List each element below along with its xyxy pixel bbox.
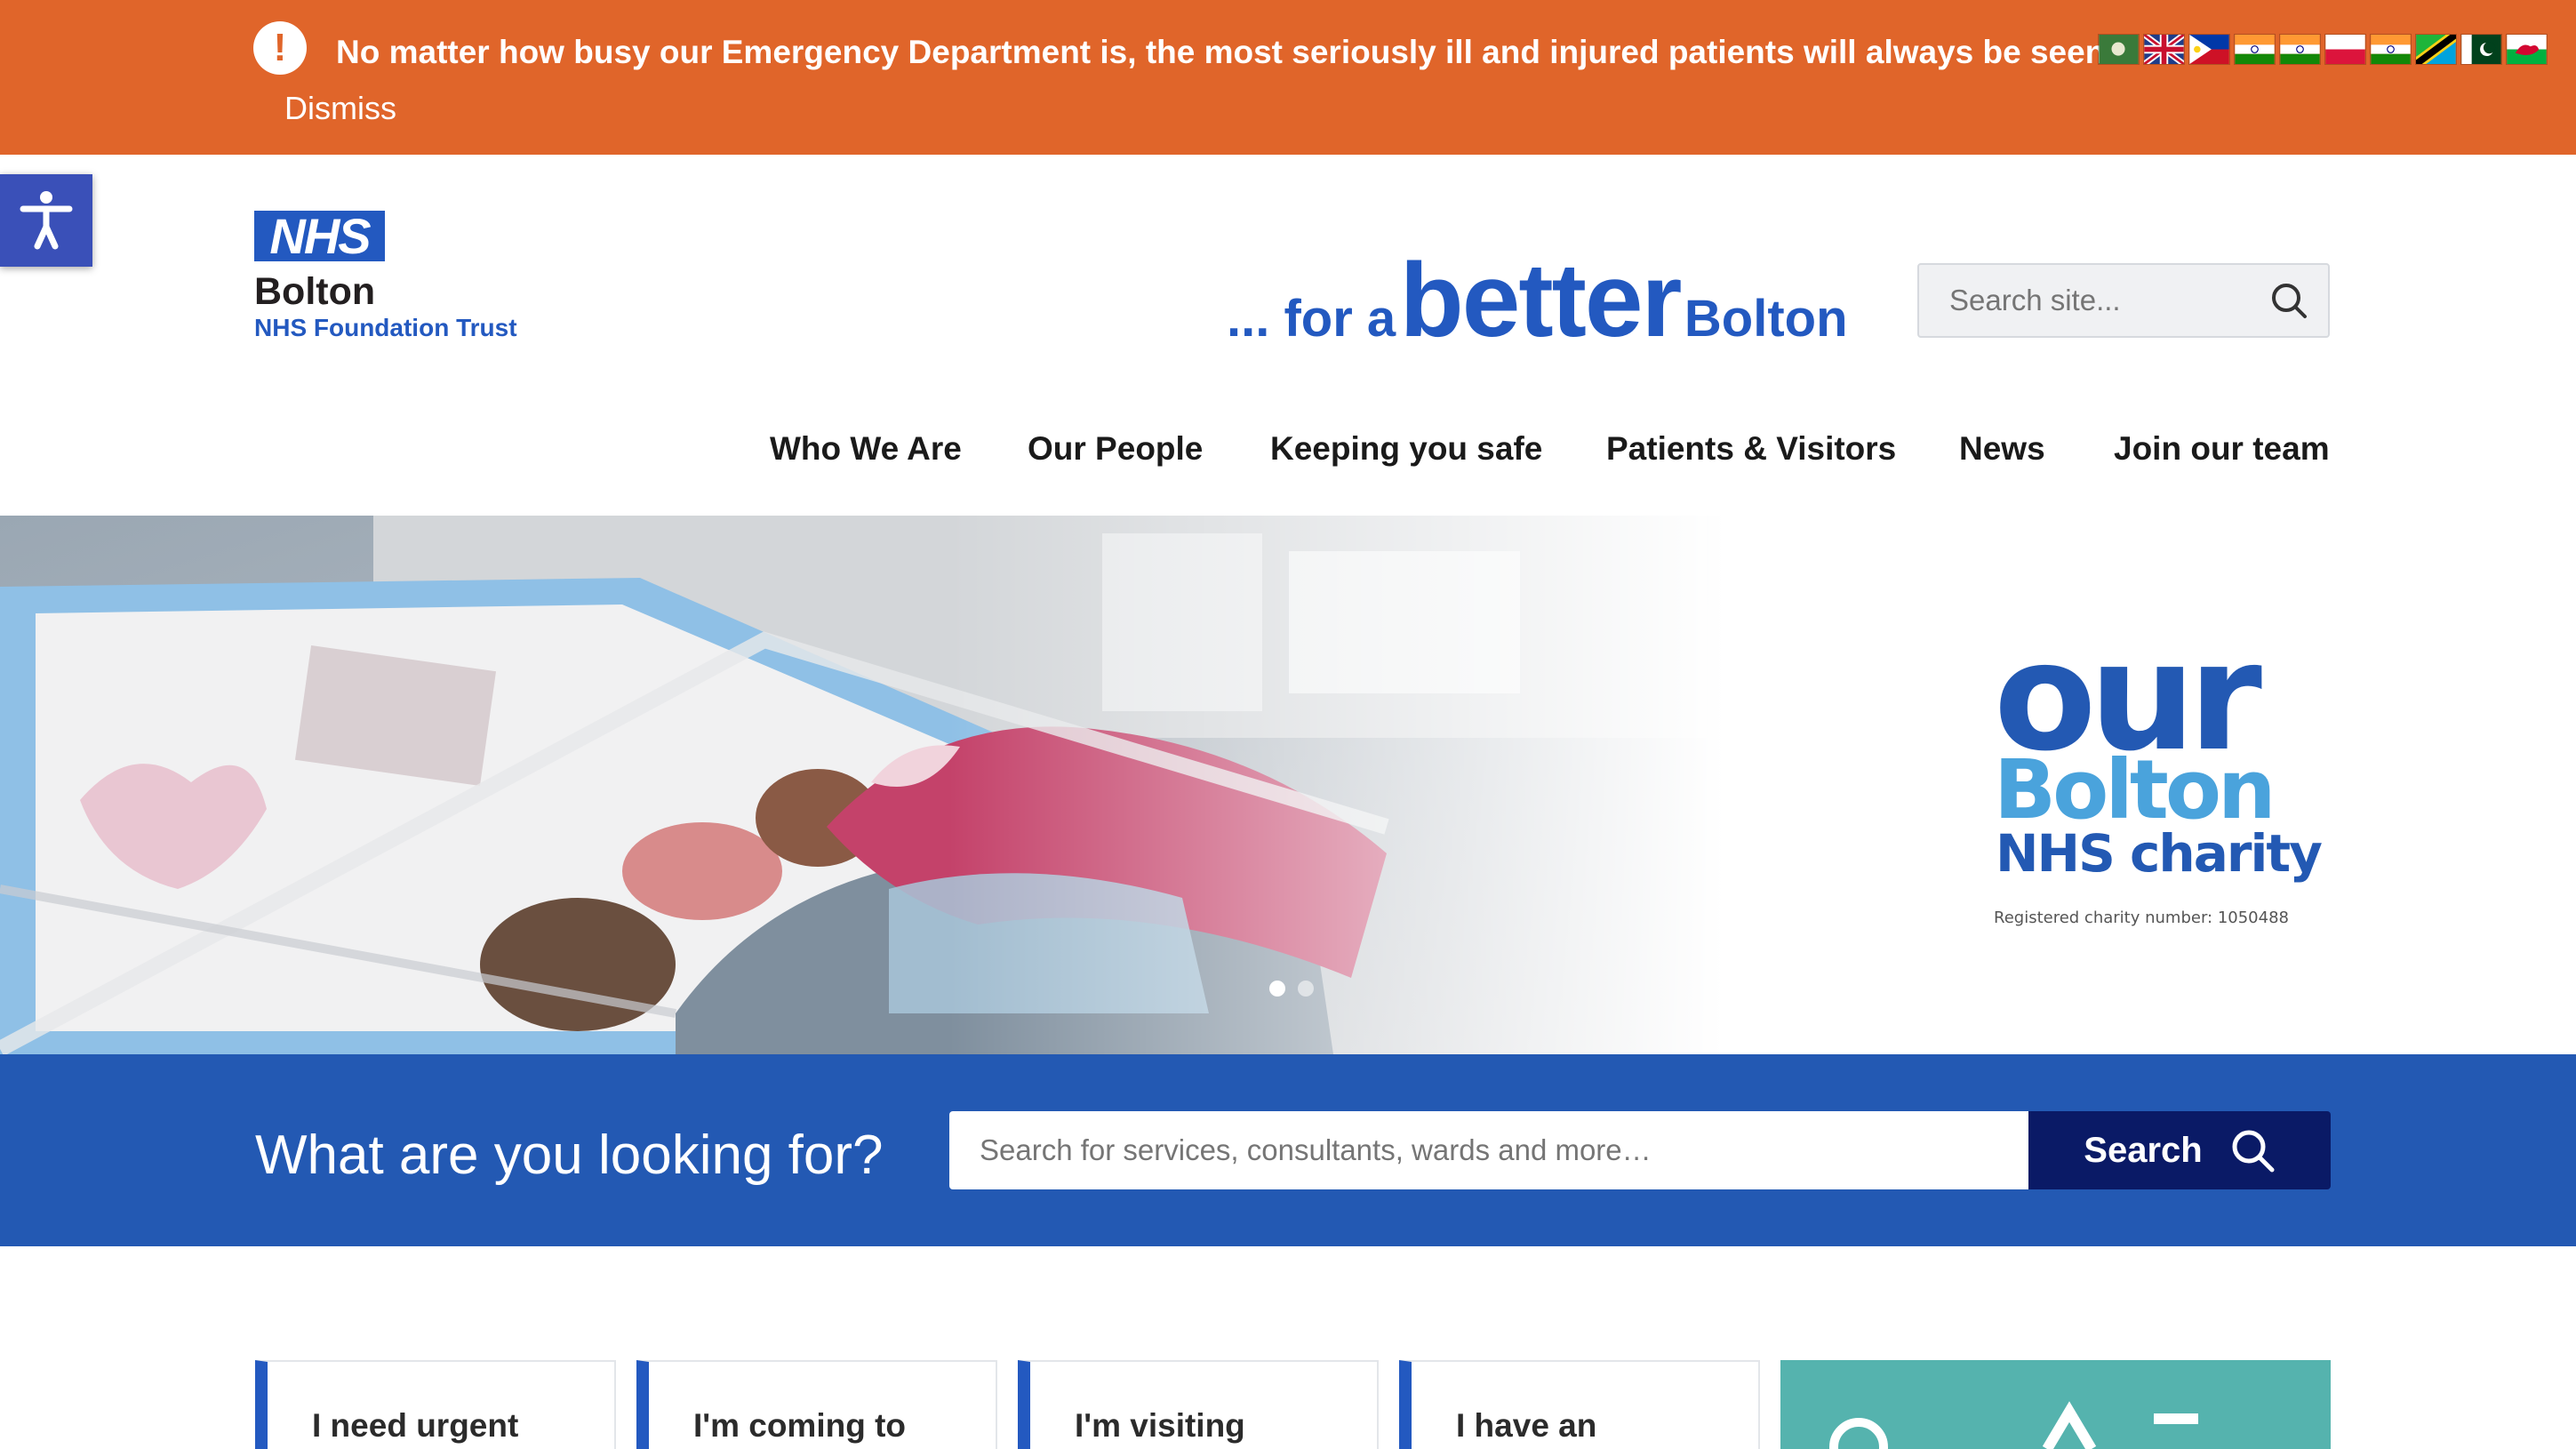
magnifier-icon (1829, 1401, 2198, 1449)
quick-link-label: I need urgent (312, 1407, 519, 1444)
quick-link-label: I have an (1456, 1407, 1597, 1444)
carousel-dot[interactable] (1269, 981, 1285, 997)
flag-philippines-icon[interactable] (2188, 34, 2230, 65)
tagline-emphasis: better (1399, 242, 1683, 359)
our-bolton-charity-logo[interactable]: our Bolton NHS charity Registered charit… (1987, 613, 2324, 933)
main-nav: Who We Are Our People Keeping you safe P… (0, 418, 2576, 480)
flag-india-icon[interactable] (2370, 34, 2412, 65)
a-z-card[interactable] (1780, 1360, 2331, 1449)
org-subtitle: NHS Foundation Trust (254, 314, 517, 341)
hero-photo (0, 516, 1724, 1054)
flag-uk-icon[interactable] (2143, 34, 2185, 65)
flag-india-icon[interactable] (2279, 34, 2321, 65)
charity-line-nhs: NHS charity (1996, 823, 2322, 884)
flag-india-icon[interactable] (2234, 34, 2276, 65)
quick-link-card[interactable]: I'm coming to (636, 1360, 997, 1449)
nhs-logo[interactable]: NHS (254, 211, 385, 261)
quick-link-label: I'm visiting (1075, 1407, 1245, 1444)
flag-arabic-icon[interactable] (2098, 34, 2140, 65)
search-icon[interactable] (2269, 281, 2308, 320)
flag-tanzania-icon[interactable] (2415, 34, 2457, 65)
flag-poland-icon[interactable] (2324, 34, 2366, 65)
nav-join-our-team[interactable]: Join our team (2114, 427, 2330, 471)
accessibility-person-icon (20, 191, 73, 250)
org-name[interactable]: Bolton (254, 269, 375, 314)
carousel-dots (1269, 981, 1314, 997)
quick-link-card[interactable]: I'm visiting (1018, 1360, 1379, 1449)
nav-news[interactable]: News (1959, 427, 2045, 471)
quick-link-card[interactable]: I have an (1399, 1360, 1760, 1449)
charity-reg-number: Registered charity number: 1050488 (1994, 909, 2289, 927)
site-search (1917, 263, 2330, 338)
alert-message: No matter how busy our Emergency Departm… (336, 34, 2100, 70)
service-search-input[interactable] (949, 1111, 2028, 1189)
accessibility-button[interactable] (0, 174, 92, 267)
tagline-prefix: ... for a (1227, 290, 1396, 348)
language-flags (2098, 34, 2548, 65)
nav-patients-visitors[interactable]: Patients & Visitors (1606, 427, 1896, 471)
alert-banner: ! No matter how busy our Emergency Depar… (0, 0, 2576, 155)
flag-pakistan-icon[interactable] (2460, 34, 2502, 65)
nav-our-people[interactable]: Our People (1028, 427, 1203, 471)
tagline: ... for a better Bolton (1227, 240, 1848, 361)
quick-link-card[interactable]: I need urgent (255, 1360, 616, 1449)
search-icon (2232, 1130, 2275, 1173)
tagline-suffix: Bolton (1684, 290, 1848, 348)
service-search-band: What are you looking for? Search (0, 1054, 2576, 1246)
dismiss-link[interactable]: Dismiss (284, 89, 396, 128)
search-band-title: What are you looking for? (255, 1125, 884, 1186)
search-button-label: Search (2084, 1130, 2203, 1170)
carousel-dot[interactable] (1298, 981, 1314, 997)
flag-wales-icon[interactable] (2506, 34, 2548, 65)
site-search-input[interactable] (1919, 265, 2257, 336)
exclamation-icon: ! (253, 21, 307, 75)
nav-who-we-are[interactable]: Who We Are (770, 427, 962, 471)
service-search-button[interactable]: Search (2028, 1111, 2331, 1189)
nav-keeping-you-safe[interactable]: Keeping you safe (1270, 427, 1542, 471)
quick-link-label: I'm coming to (693, 1407, 907, 1444)
